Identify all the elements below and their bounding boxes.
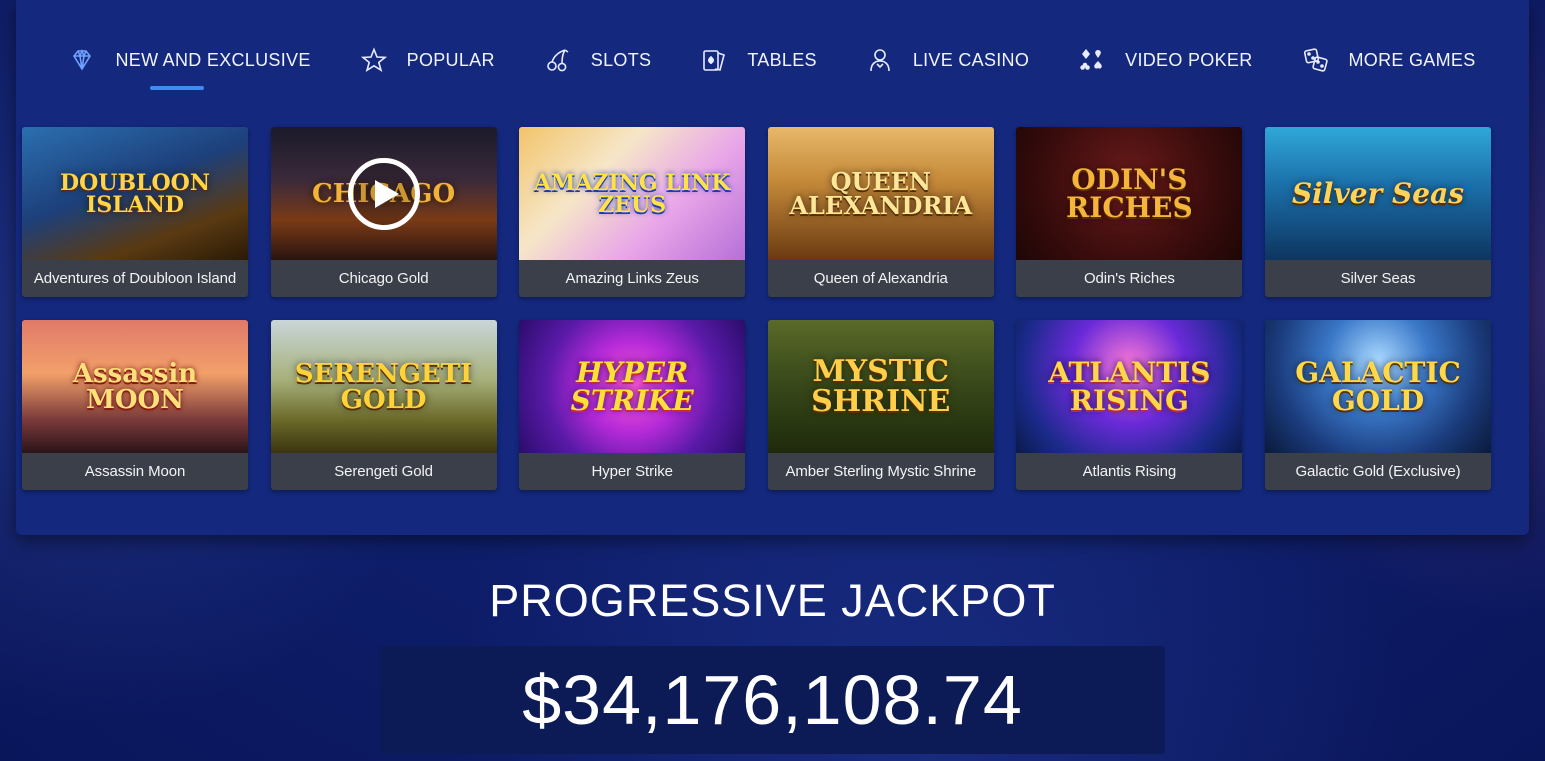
game-thumbnail[interactable]: Assassin MOON xyxy=(22,320,248,453)
game-card-amber-sterling-mystic-shrine[interactable]: MYSTIC SHRINE Amber Sterling Mystic Shri… xyxy=(767,320,994,490)
tab-tables[interactable]: TABLES xyxy=(676,32,842,88)
game-thumbnail[interactable]: HYPER STRIKE xyxy=(519,320,746,453)
tab-label: LIVE CASINO xyxy=(912,49,1030,70)
game-art-text: Assassin MOON xyxy=(72,358,198,415)
game-thumbnail[interactable]: ATLANTIS RISING xyxy=(1016,320,1243,453)
game-thumbnail[interactable]: DOUBLOON ISLAND xyxy=(22,127,248,260)
game-thumbnail[interactable]: MYSTIC SHRINE xyxy=(767,320,994,453)
game-card-odins-riches[interactable]: ODIN'S RICHES Odin's Riches xyxy=(1016,127,1243,297)
game-thumbnail[interactable]: QUEEN ALEXANDRIA xyxy=(767,127,994,260)
game-title: Queen of Alexandria xyxy=(813,270,948,287)
tab-label: NEW AND EXCLUSIVE xyxy=(115,49,311,70)
active-tab-indicator xyxy=(150,86,205,90)
star-icon xyxy=(360,47,387,73)
jackpot-amount: $34,176,108.74 xyxy=(522,661,1023,739)
game-title: Amazing Links Zeus xyxy=(565,270,699,287)
playing-cards-icon xyxy=(701,47,727,73)
game-card-chicago-gold[interactable]: CHICAGO Chicago Gold xyxy=(270,127,497,297)
card-suits-icon xyxy=(1079,47,1105,73)
game-title: Odin's Riches xyxy=(1083,270,1175,287)
game-art-text: ATLANTIS RISING xyxy=(1048,355,1211,417)
tab-label: VIDEO POKER xyxy=(1125,49,1253,70)
game-card-atlantis-rising[interactable]: ATLANTIS RISING Atlantis Rising xyxy=(1016,320,1243,490)
game-card-amazing-links-zeus[interactable]: AMAZING LINK ZEUS Amazing Links Zeus xyxy=(519,127,746,297)
jackpot-display: $34,176,108.74 xyxy=(380,646,1165,754)
tab-popular[interactable]: POPULAR xyxy=(336,32,520,88)
game-card-serengeti-gold[interactable]: SERENGETI GOLD Serengeti Gold xyxy=(270,320,497,490)
game-card-adventures-of-doubloon-island[interactable]: DOUBLOON ISLAND Adventures of Doubloon I… xyxy=(22,127,248,297)
game-thumbnail[interactable]: ODIN'S RICHES xyxy=(1016,127,1243,260)
game-thumbnail[interactable]: Silver Seas xyxy=(1264,127,1491,260)
game-art-text: ODIN'S RICHES xyxy=(1066,162,1193,224)
game-art-text: MYSTIC SHRINE xyxy=(811,353,951,419)
game-card-silver-seas[interactable]: Silver Seas Silver Seas xyxy=(1264,127,1491,297)
game-card-queen-of-alexandria[interactable]: QUEEN ALEXANDRIA Queen of Alexandria xyxy=(767,127,994,297)
diamond-icon xyxy=(69,47,95,73)
tab-more-games[interactable]: MORE GAMES xyxy=(1278,32,1501,88)
game-art-text: GALACTIC GOLD xyxy=(1295,355,1461,417)
game-card-assassin-moon[interactable]: Assassin MOON Assassin Moon xyxy=(22,320,248,490)
game-title: Galactic Gold (Exclusive) xyxy=(1295,463,1461,480)
game-title: Assassin Moon xyxy=(84,463,186,480)
game-thumbnail[interactable]: SERENGETI GOLD xyxy=(270,320,497,453)
game-title: Chicago Gold xyxy=(338,270,429,287)
game-art-text: QUEEN ALEXANDRIA xyxy=(789,166,973,220)
tab-slots[interactable]: SLOTS xyxy=(520,32,677,88)
cherries-icon xyxy=(545,47,571,73)
category-tabs: NEW AND EXCLUSIVE POPULAR SLOTS TABLES L… xyxy=(16,32,1529,92)
tab-label: TABLES xyxy=(747,49,817,70)
tab-new-and-exclusive[interactable]: NEW AND EXCLUSIVE xyxy=(44,32,335,90)
game-card-hyper-strike[interactable]: HYPER STRIKE Hyper Strike xyxy=(519,320,746,490)
game-art-text: HYPER STRIKE xyxy=(570,355,694,417)
game-art-text: AMAZING LINK ZEUS xyxy=(533,169,731,218)
game-grid: DOUBLOON ISLAND Adventures of Doubloon I… xyxy=(22,127,1492,490)
tab-label: MORE GAMES xyxy=(1348,49,1476,70)
tab-live-casino[interactable]: LIVE CASINO xyxy=(842,32,1054,88)
game-art-text: DOUBLOON ISLAND xyxy=(60,169,210,218)
game-title: Adventures of Doubloon Island xyxy=(33,270,237,287)
game-title: Hyper Strike xyxy=(591,463,673,480)
dealer-icon xyxy=(867,47,893,73)
game-art-text: Silver Seas xyxy=(1291,176,1464,210)
jackpot-title: PROGRESSIVE JACKPOT xyxy=(489,575,1056,626)
tab-video-poker[interactable]: VIDEO POKER xyxy=(1054,32,1277,88)
game-thumbnail[interactable]: GALACTIC GOLD xyxy=(1264,320,1491,453)
tab-label: SLOTS xyxy=(590,49,652,70)
game-card-galactic-gold[interactable]: GALACTIC GOLD Galactic Gold (Exclusive) xyxy=(1264,320,1491,490)
game-title: Silver Seas xyxy=(1340,270,1416,287)
game-title: Atlantis Rising xyxy=(1082,463,1177,480)
tab-label: POPULAR xyxy=(406,49,495,70)
dice-icon xyxy=(1303,47,1329,73)
game-art-text: SERENGETI GOLD xyxy=(294,358,473,415)
play-icon xyxy=(374,179,399,208)
game-thumbnail[interactable]: AMAZING LINK ZEUS xyxy=(519,127,746,260)
game-title: Amber Sterling Mystic Shrine xyxy=(785,463,977,480)
game-title: Serengeti Gold xyxy=(334,463,433,480)
game-thumbnail[interactable]: CHICAGO xyxy=(270,127,497,260)
play-button[interactable] xyxy=(347,157,420,230)
